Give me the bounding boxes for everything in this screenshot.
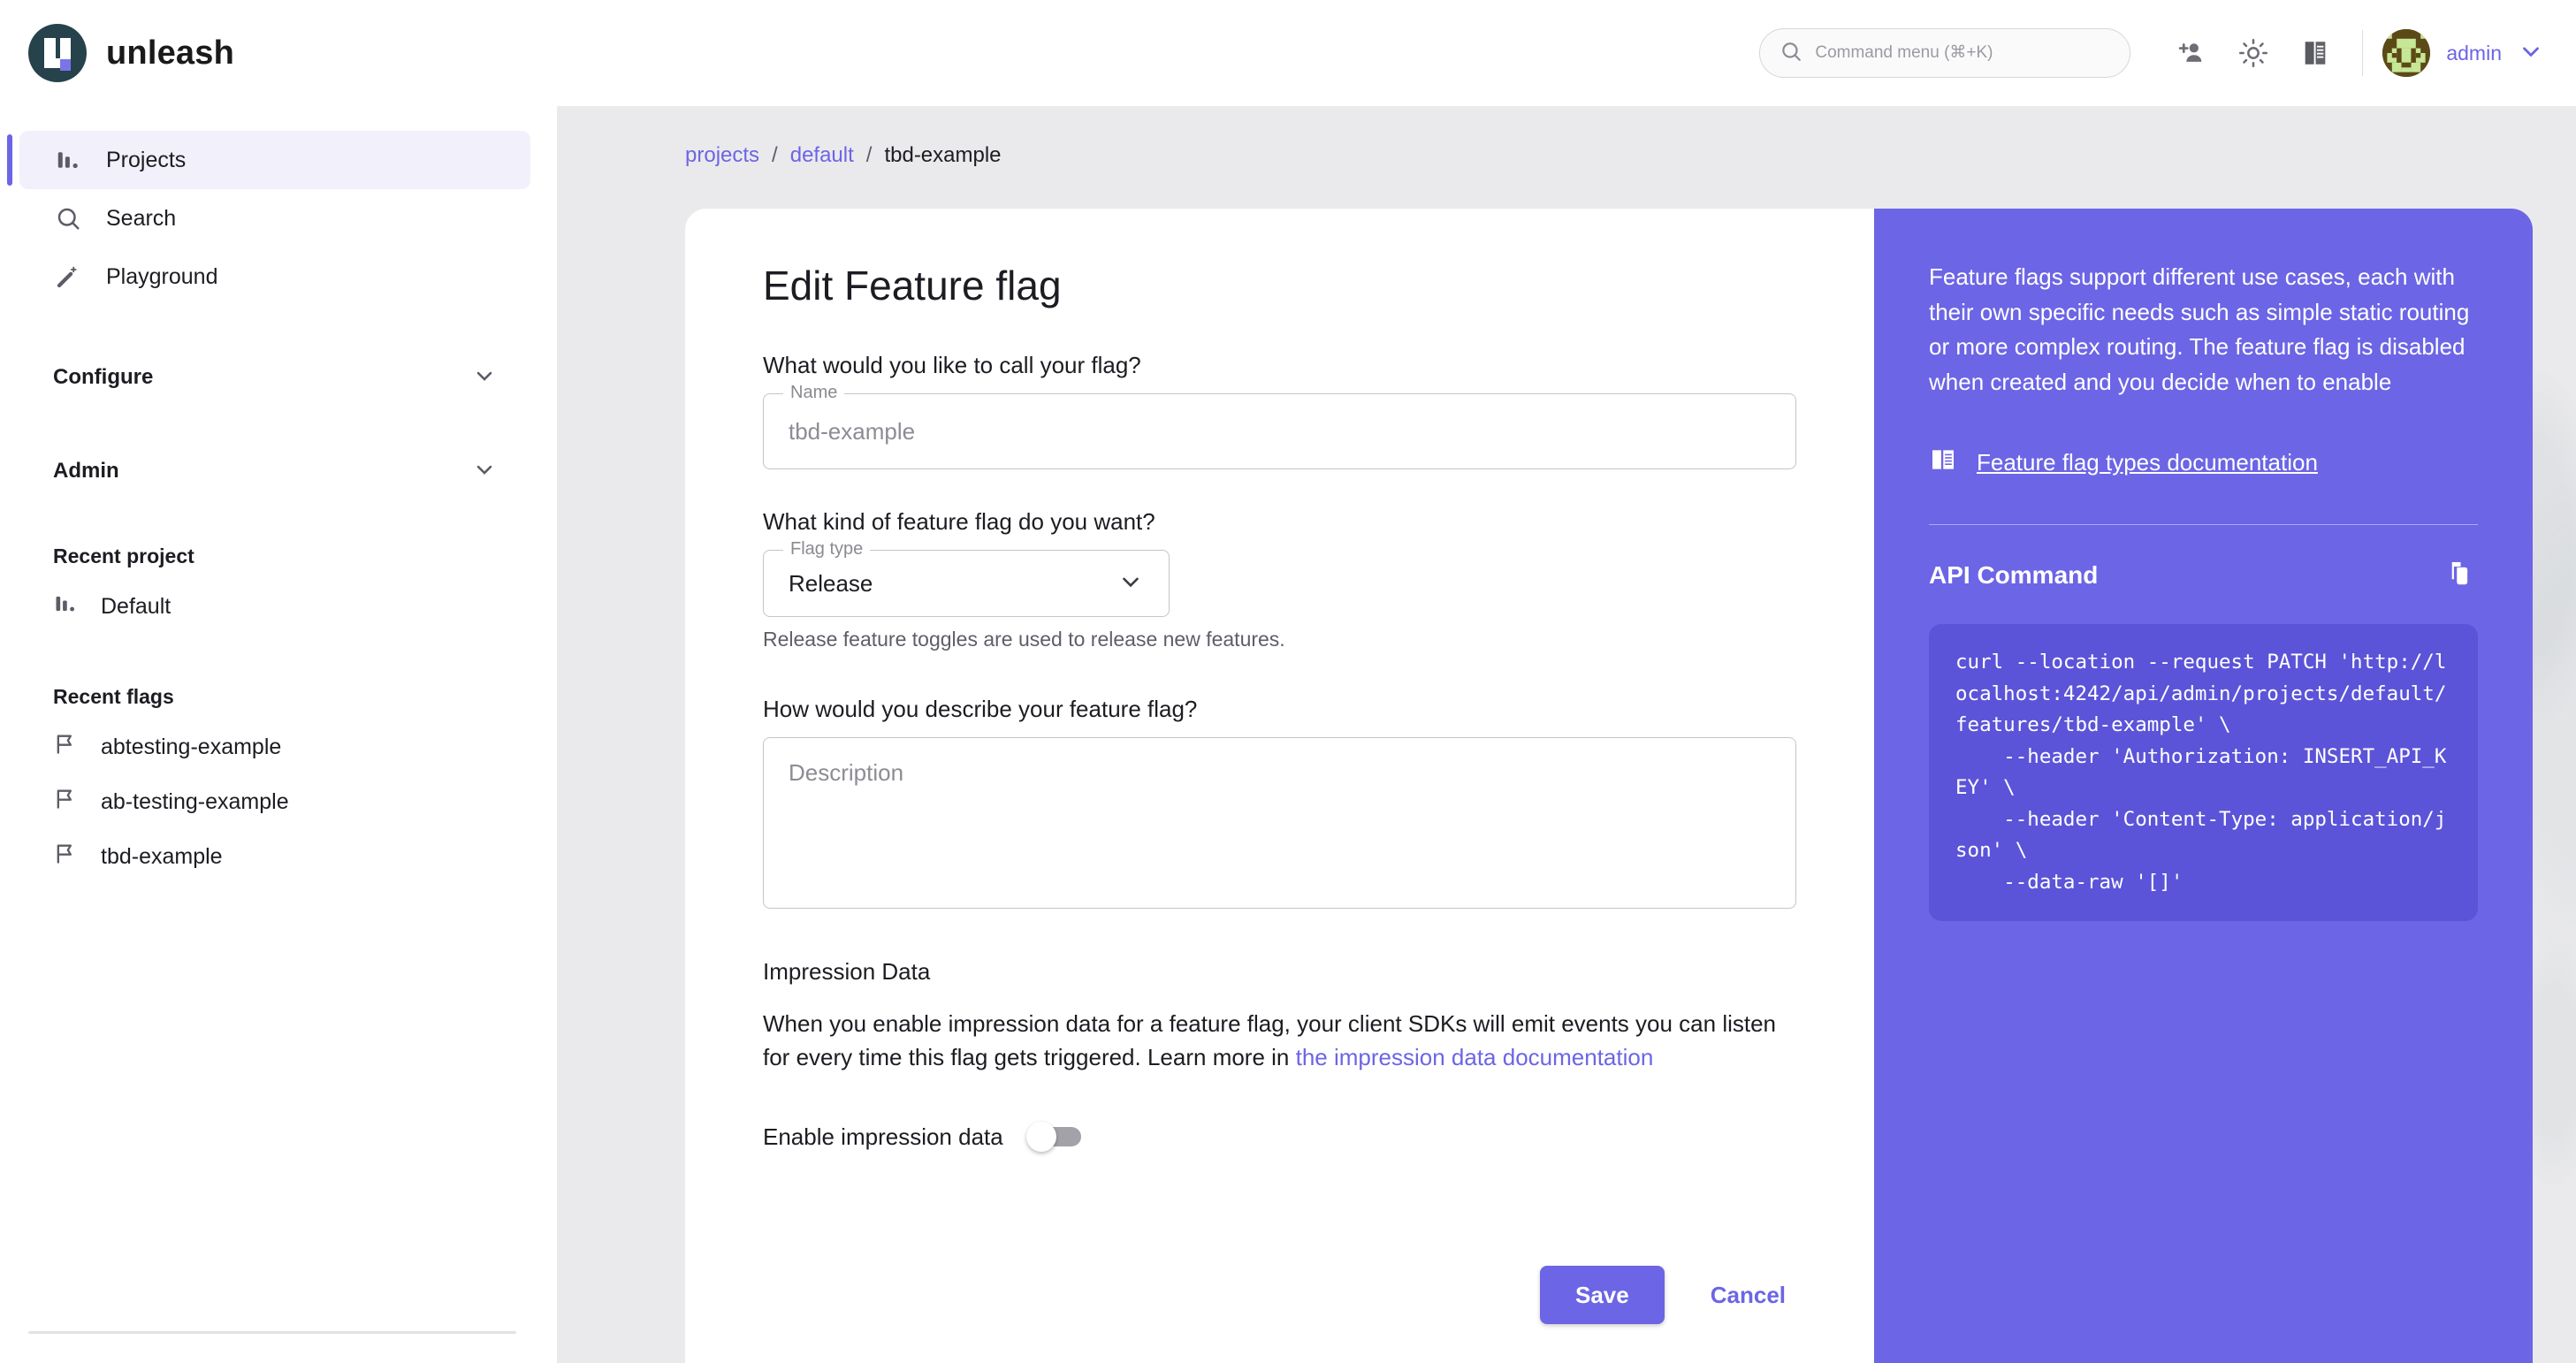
sidebar-group-label: Admin bbox=[53, 459, 119, 483]
flag-type-question: What kind of feature flag do you want? bbox=[763, 508, 1155, 535]
impression-data-toggle[interactable] bbox=[1025, 1122, 1081, 1153]
brand[interactable]: unleash bbox=[0, 24, 234, 82]
sidebar-item-label: abtesting-example bbox=[101, 734, 282, 759]
breadcrumb-separator: / bbox=[865, 143, 873, 167]
copy-icon[interactable] bbox=[2444, 559, 2478, 592]
sidebar: Projects Search Playground Configure Adm… bbox=[0, 106, 557, 1363]
save-button[interactable]: Save bbox=[1540, 1266, 1665, 1324]
flag-type-label: Flag type bbox=[783, 539, 871, 560]
cancel-button[interactable]: Cancel bbox=[1700, 1282, 1796, 1309]
side-panel-divider bbox=[1929, 524, 2478, 526]
description-textarea[interactable]: Description bbox=[763, 737, 1796, 909]
recent-project-title: Recent project bbox=[53, 544, 194, 567]
sidebar-item-projects[interactable]: Projects bbox=[7, 131, 530, 189]
sidebar-item-playground[interactable]: Playground bbox=[19, 247, 530, 306]
projects-icon bbox=[53, 147, 83, 173]
page-title: Edit Feature flag bbox=[763, 263, 1062, 308]
impression-toggle-row: Enable impression data bbox=[763, 1122, 1796, 1153]
sidebar-item-label: Search bbox=[106, 205, 177, 231]
flag-type-helper-text: Release feature toggles are used to rele… bbox=[763, 628, 1285, 651]
search-icon bbox=[1780, 40, 1802, 67]
api-command-title: API Command bbox=[1929, 561, 2099, 590]
breadcrumb-default[interactable]: default bbox=[790, 143, 854, 168]
toggle-knob bbox=[1025, 1122, 1056, 1153]
header-actions: admin bbox=[1759, 28, 2576, 78]
flag-type-select[interactable]: Flag type Release bbox=[763, 539, 1170, 617]
form-actions: Save Cancel bbox=[1540, 1266, 1796, 1324]
info-side-panel: Feature flags support different use case… bbox=[1874, 209, 2533, 1363]
description-question: How would you describe your feature flag… bbox=[763, 696, 1198, 722]
side-panel-doc-link-label: Feature flag types documentation bbox=[1977, 449, 2318, 476]
sidebar-group-label: Configure bbox=[53, 365, 154, 389]
sidebar-item-label: Default bbox=[101, 593, 171, 619]
recent-flags-title: Recent flags bbox=[53, 685, 174, 708]
flag-icon bbox=[53, 732, 78, 763]
chevron-down-icon[interactable] bbox=[1117, 568, 1144, 599]
sidebar-item-flag-abtesting-example[interactable]: abtesting-example bbox=[19, 720, 530, 774]
flag-name-value: tbd-example bbox=[789, 417, 916, 445]
theme-toggle-icon[interactable] bbox=[2229, 28, 2278, 78]
sidebar-item-label: tbd-example bbox=[101, 843, 223, 869]
sidebar-item-search[interactable]: Search bbox=[19, 189, 530, 247]
brand-name: unleash bbox=[106, 34, 234, 72]
feature-flag-types-documentation-link[interactable]: Feature flag types documentation bbox=[1929, 445, 2478, 480]
flag-name-label: Name bbox=[783, 383, 845, 403]
projects-icon bbox=[53, 591, 78, 622]
api-command-header: API Command bbox=[1929, 559, 2478, 592]
sidebar-item-default-project[interactable]: Default bbox=[19, 579, 530, 634]
chevron-down-icon[interactable] bbox=[472, 363, 497, 392]
header-divider bbox=[2362, 30, 2364, 76]
sidebar-item-label: Playground bbox=[106, 263, 218, 289]
unleash-logo-icon bbox=[28, 24, 87, 82]
chevron-down-icon[interactable] bbox=[472, 457, 497, 486]
breadcrumb-projects[interactable]: projects bbox=[685, 143, 759, 168]
user-name: admin bbox=[2446, 41, 2502, 65]
sidebar-item-flag-ab-testing-example[interactable]: ab-testing-example bbox=[19, 774, 530, 829]
flag-icon bbox=[53, 841, 78, 872]
flag-name-field[interactable]: Name tbd-example bbox=[763, 383, 1796, 469]
impression-toggle-label: Enable impression data bbox=[763, 1123, 1003, 1150]
sidebar-item-flag-tbd-example[interactable]: tbd-example bbox=[19, 829, 530, 884]
impression-data-description: When you enable impression data for a fe… bbox=[763, 1007, 1796, 1074]
api-command-code[interactable]: curl --location --request PATCH 'http://… bbox=[1929, 624, 2478, 922]
breadcrumb-current: tbd-example bbox=[884, 143, 1002, 167]
chevron-down-icon[interactable] bbox=[2518, 38, 2544, 69]
avatar bbox=[2382, 29, 2431, 77]
search-icon bbox=[53, 205, 83, 232]
sidebar-group-admin[interactable]: Admin bbox=[19, 449, 530, 493]
book-icon bbox=[1929, 445, 1957, 480]
sidebar-group-configure[interactable]: Configure bbox=[19, 355, 530, 400]
command-menu-search[interactable] bbox=[1759, 28, 2131, 78]
flag-icon bbox=[53, 787, 78, 818]
impression-data-title: Impression Data bbox=[763, 958, 931, 985]
sidebar-divider bbox=[28, 1331, 516, 1334]
flag-type-value: Release bbox=[789, 569, 873, 597]
documentation-icon[interactable] bbox=[2290, 28, 2340, 78]
sidebar-item-label: ab-testing-example bbox=[101, 788, 289, 814]
add-user-icon[interactable] bbox=[2167, 28, 2216, 78]
sidebar-item-label: Projects bbox=[106, 147, 187, 172]
breadcrumb-separator: / bbox=[772, 143, 778, 167]
search-input[interactable] bbox=[1815, 43, 2111, 63]
breadcrumb: projects / default / tbd-example bbox=[685, 143, 1002, 168]
name-question: What would you like to call your flag? bbox=[763, 352, 1141, 378]
app-header: unleash Command menu (⌘+K) admin bbox=[0, 0, 2576, 106]
playground-icon bbox=[53, 263, 83, 290]
side-panel-description: Feature flags support different use case… bbox=[1929, 263, 2470, 395]
user-menu[interactable]: admin bbox=[2382, 29, 2544, 77]
edit-feature-flag-card: Edit Feature flag What would you like to… bbox=[685, 209, 1874, 1363]
impression-data-documentation-link[interactable]: the impression data documentation bbox=[1296, 1044, 1654, 1070]
